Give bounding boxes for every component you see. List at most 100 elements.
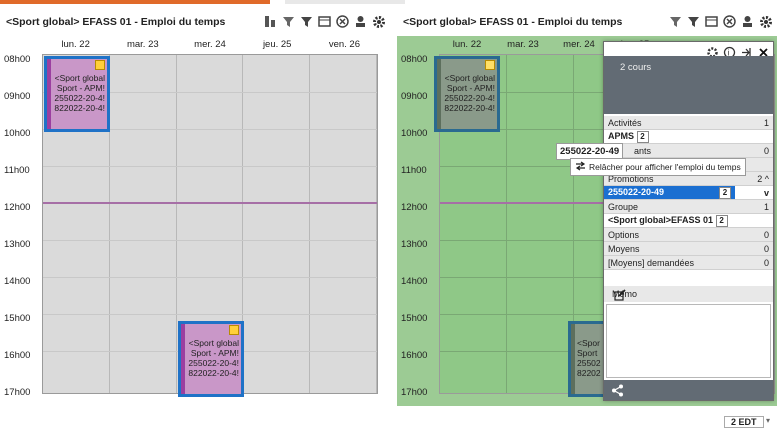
hour-label: 09h00: [4, 91, 31, 102]
share-icon[interactable]: [610, 383, 625, 398]
edit-icon[interactable]: [612, 287, 627, 302]
course-text: 255022-20-4!: [54, 93, 105, 103]
table-row: [Moyens] demandées 0: [604, 255, 773, 270]
row-label: Moyens: [604, 241, 735, 256]
course-text: Sport - APM!: [56, 83, 105, 93]
table-row: Moyens 0: [604, 241, 773, 256]
filter-icon[interactable]: [686, 14, 701, 29]
gear-icon[interactable]: [758, 14, 773, 29]
memo-textarea[interactable]: [606, 304, 771, 378]
row-box: 2: [719, 186, 731, 199]
drag-hint-text: Relâcher pour afficher l'emploi du temps: [589, 162, 741, 172]
course-block[interactable]: <Sport global Sport - APM! 255022-20-4! …: [434, 56, 500, 132]
hour-line: [43, 314, 377, 315]
timetable-grid: lun. 22 mar. 23 mer. 24 jeu. 25 ven. 26 …: [0, 36, 390, 406]
panel-header: <Sport global> EFASS 01 - Emploi du temp…: [0, 10, 390, 34]
clear-icon[interactable]: [335, 14, 350, 29]
row-label: Groupe: [604, 199, 735, 214]
timetable-icon[interactable]: [704, 14, 719, 29]
course-text: <Sport global: [188, 338, 239, 348]
day-header: lun. 22 mar. 23 mer. 24 jeu. 25 ven. 26: [42, 36, 378, 54]
course-color-bar: [181, 324, 185, 394]
course-info-panel: i 2 cours Activités 1 APMS 2 ants 0 Promot…: [603, 41, 774, 401]
day-column[interactable]: [507, 55, 574, 393]
lock-icon: [229, 325, 239, 335]
sort-icon[interactable]: [263, 14, 278, 29]
course-color-bar: [47, 59, 51, 129]
user-icon[interactable]: [740, 14, 755, 29]
course-text: 25502: [577, 358, 601, 368]
row-count: 0: [735, 227, 773, 242]
edt-count-selector[interactable]: 2 EDT: [724, 416, 764, 428]
hour-label: 10h00: [401, 128, 428, 139]
day-column[interactable]: [110, 55, 177, 393]
hour-line: [43, 240, 377, 241]
hour-label: 09h00: [401, 91, 428, 102]
panel-title: <Sport global> EFASS 01 - Emploi du temp…: [403, 16, 623, 28]
course-block[interactable]: <Sport global Sport - APM! 255022-20-4! …: [44, 56, 110, 132]
table-row: Groupe 1: [604, 199, 773, 214]
chevron-up-icon[interactable]: ^: [765, 174, 769, 184]
user-icon[interactable]: [353, 14, 368, 29]
hour-line: [43, 166, 377, 167]
hour-label: 17h00: [401, 387, 428, 398]
row-count: 0: [735, 255, 773, 270]
table-row: ants 0: [604, 143, 773, 158]
course-color-bar: [571, 324, 575, 394]
day-column[interactable]: [310, 55, 377, 393]
lock-icon: [485, 60, 495, 70]
hour-label: 16h00: [401, 350, 428, 361]
hour-label: 08h00: [401, 54, 428, 65]
course-text: <Sport global: [444, 73, 495, 83]
table-row: Activités 1: [604, 116, 773, 130]
day-column[interactable]: [243, 55, 311, 393]
day-label: jeu. 25: [262, 39, 292, 50]
filter-icon[interactable]: [299, 14, 314, 29]
chevron-down-icon[interactable]: v: [735, 185, 773, 200]
memo-header: Mémo: [604, 286, 773, 302]
course-block[interactable]: <Spor Sport 25502 82202: [568, 321, 608, 397]
timetable-panel-left: <Sport global> EFASS 01 - Emploi du temp…: [0, 4, 390, 412]
table-row[interactable]: 255022-20-49 2v: [604, 185, 773, 200]
table-row[interactable]: APMS 2: [604, 129, 773, 144]
table-row[interactable]: <Sport global>EFASS 01 2: [604, 213, 773, 228]
gear-icon[interactable]: [371, 14, 386, 29]
filter-list-icon[interactable]: [281, 14, 296, 29]
filter-list-icon[interactable]: [668, 14, 683, 29]
hour-label: 10h00: [4, 128, 31, 139]
info-table: Activités 1 APMS 2 ants 0 Promotions 2 ^ 25…: [604, 116, 773, 270]
chevron-down-icon[interactable]: ▾: [766, 416, 770, 425]
hour-label: 15h00: [4, 313, 31, 324]
row-count: 0: [735, 143, 773, 158]
day-label: mer. 24: [194, 39, 226, 50]
day-label: ven. 26: [328, 39, 360, 50]
hour-label: 16h00: [4, 350, 31, 361]
row-value[interactable]: <Sport global>EFASS 01 2: [604, 213, 735, 228]
row-box: 2: [636, 130, 649, 143]
row-value-selected[interactable]: 255022-20-49 2: [604, 185, 735, 200]
day-label: mar. 23: [507, 39, 539, 50]
panel-header: <Sport global> EFASS 01 - Emploi du temp…: [397, 10, 777, 34]
timetable-icon[interactable]: [317, 14, 332, 29]
hour-label: 15h00: [401, 313, 428, 324]
hour-label: 17h00: [4, 387, 31, 398]
course-block[interactable]: <Sport global Sport - APM! 255022-20-4! …: [178, 321, 244, 397]
course-text: Sport - APM!: [190, 348, 239, 358]
hour-line: [43, 277, 377, 278]
row-count: 2: [757, 173, 763, 184]
hour-label: 11h00: [401, 165, 427, 176]
row-label: Options: [604, 227, 735, 242]
course-text: 822022-20-4!: [444, 103, 495, 113]
row-label: Activités: [604, 116, 735, 130]
day-label: mar. 23: [126, 39, 159, 50]
hour-label: 11h00: [4, 165, 30, 176]
day-label: lun. 22: [61, 39, 90, 50]
table-row: Options 0: [604, 227, 773, 242]
course-text: <Sport global: [54, 73, 105, 83]
row-value[interactable]: APMS 2: [604, 129, 735, 144]
clear-icon[interactable]: [722, 14, 737, 29]
row-value-text: 255022-20-49: [608, 186, 665, 197]
course-text: 255022-20-4!: [188, 358, 239, 368]
course-color-bar: [437, 59, 441, 129]
course-text: 822022-20-4!: [54, 103, 105, 113]
